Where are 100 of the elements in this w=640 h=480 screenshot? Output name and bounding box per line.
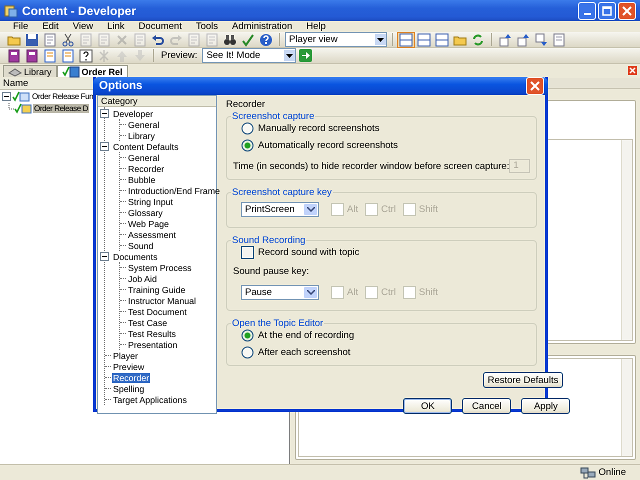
category-item[interactable]: System Process xyxy=(127,262,193,272)
category-item[interactable]: Content Defaults xyxy=(112,142,180,152)
restore-defaults-button[interactable]: Restore Defaults xyxy=(482,372,564,388)
binoculars-icon[interactable] xyxy=(222,32,238,46)
scrollbar[interactable] xyxy=(621,359,632,456)
caret-icon xyxy=(377,38,384,42)
book-icon[interactable] xyxy=(6,48,22,62)
menu-item[interactable]: Tools xyxy=(188,21,226,32)
category-item[interactable]: Test Case xyxy=(127,318,168,328)
radio-button[interactable]: Manually record screenshots xyxy=(233,122,380,135)
caret-icon xyxy=(306,290,314,295)
dialog-button[interactable]: OK xyxy=(403,398,452,414)
document-icon[interactable] xyxy=(42,32,58,46)
layout-icon[interactable] xyxy=(416,32,432,46)
category-item[interactable]: Bubble xyxy=(127,174,156,184)
category-item[interactable]: Presentation xyxy=(127,340,178,350)
menu-item[interactable]: Link xyxy=(100,21,132,32)
document-tab[interactable]: Order Rel xyxy=(56,65,128,77)
group-title: Screenshot capture key xyxy=(231,187,333,198)
group-title: Screenshot capture xyxy=(231,111,316,122)
category-item[interactable]: Instructor Manual xyxy=(127,296,197,306)
spellcheck-icon[interactable] xyxy=(240,32,256,46)
category-item[interactable]: Test Document xyxy=(127,306,188,316)
menu-item[interactable]: Document xyxy=(132,21,189,32)
collapse-icon[interactable] xyxy=(100,109,109,118)
preview-dropdown[interactable]: See It! Mode xyxy=(202,48,296,63)
minimize-icon xyxy=(584,12,590,14)
category-item[interactable]: Library xyxy=(127,130,156,140)
collapse-icon[interactable] xyxy=(2,92,11,101)
window-title: Content - Developer xyxy=(22,4,136,18)
category-item[interactable]: Developer xyxy=(112,108,154,118)
close-button[interactable] xyxy=(618,2,636,20)
document-icon[interactable] xyxy=(42,48,58,62)
menu-item[interactable]: File xyxy=(6,21,36,32)
checkbox[interactable]: Record sound with topic xyxy=(233,246,360,259)
dialog-button[interactable]: Apply xyxy=(521,398,570,414)
category-item[interactable]: Training Guide xyxy=(127,284,186,294)
key-dropdown[interactable]: Pause xyxy=(241,285,319,300)
maximize-icon xyxy=(602,6,612,16)
topic-icon xyxy=(8,102,32,114)
group-title: Open the Topic Editor xyxy=(231,318,324,329)
category-item[interactable]: Target Applications xyxy=(112,394,188,404)
document-tab[interactable]: Library xyxy=(3,65,57,77)
category-item[interactable]: General xyxy=(127,120,160,130)
menu-item[interactable]: Administration xyxy=(225,21,300,32)
preview-label: Preview: xyxy=(161,50,198,61)
minimize-button[interactable] xyxy=(578,2,596,20)
group-title: Sound Recording xyxy=(231,235,306,246)
up-arrow-icon[interactable] xyxy=(515,32,531,46)
refresh-icon[interactable] xyxy=(470,32,486,46)
caret-icon xyxy=(306,207,314,212)
radio-button[interactable]: Automatically record screenshots xyxy=(233,139,398,152)
book-icon[interactable] xyxy=(24,48,40,62)
document-icon[interactable] xyxy=(551,32,567,46)
collapse-icon[interactable] xyxy=(100,252,109,261)
category-item[interactable]: String Input xyxy=(127,196,174,206)
category-item[interactable]: Job Aid xyxy=(127,274,158,284)
module-icon xyxy=(12,90,30,102)
page-title: Recorder xyxy=(226,99,266,110)
category-item[interactable]: General xyxy=(127,152,160,162)
category-item[interactable]: Web Page xyxy=(127,218,170,228)
key-dropdown[interactable]: PrintScreen xyxy=(241,202,319,217)
dialog-button[interactable]: Cancel xyxy=(462,398,512,414)
category-item[interactable]: Recorder xyxy=(112,372,150,382)
outline-item[interactable]: Order Release Fun xyxy=(31,92,94,101)
radio-button[interactable]: After each screenshot xyxy=(233,346,350,359)
menu-item[interactable]: View xyxy=(66,21,100,32)
up-arrow-icon[interactable] xyxy=(497,32,513,46)
cut-icon[interactable] xyxy=(60,32,76,46)
category-item[interactable]: Player xyxy=(112,350,139,360)
collapse-icon[interactable] xyxy=(100,142,109,151)
help-icon[interactable] xyxy=(78,48,94,62)
undo-icon[interactable] xyxy=(150,32,166,46)
close-icon[interactable] xyxy=(628,66,637,75)
category-item[interactable]: Sound xyxy=(127,240,154,250)
radio-button[interactable]: At the end of recording xyxy=(233,329,354,342)
field-label: Sound pause key: xyxy=(233,265,310,277)
layout-icon[interactable] xyxy=(398,32,414,46)
category-item[interactable]: Preview xyxy=(112,362,146,372)
category-item[interactable]: Recorder xyxy=(127,164,166,174)
menu-item[interactable]: Edit xyxy=(35,21,66,32)
view-dropdown[interactable]: Player view xyxy=(285,32,387,47)
network-icon xyxy=(580,466,596,478)
document-icon[interactable] xyxy=(60,48,76,62)
category-item[interactable]: Introduction/End Frame xyxy=(127,186,221,196)
category-item[interactable]: Documents xyxy=(112,252,158,262)
maximize-button[interactable] xyxy=(598,2,616,20)
close-button[interactable] xyxy=(526,77,544,95)
category-item[interactable]: Assessment xyxy=(127,230,177,240)
down-arrow-icon[interactable] xyxy=(533,32,549,46)
close-icon xyxy=(622,6,632,16)
close-icon xyxy=(530,81,540,91)
outline-item[interactable]: Order Release D xyxy=(33,104,90,113)
category-item[interactable]: Spelling xyxy=(112,384,146,394)
layout-icon[interactable] xyxy=(434,32,450,46)
category-item[interactable]: Test Results xyxy=(127,328,177,338)
scrollbar[interactable] xyxy=(621,140,632,340)
menu-item[interactable]: Help xyxy=(299,21,333,32)
category-item[interactable]: Glossary xyxy=(127,208,164,218)
save-icon[interactable] xyxy=(24,32,40,46)
